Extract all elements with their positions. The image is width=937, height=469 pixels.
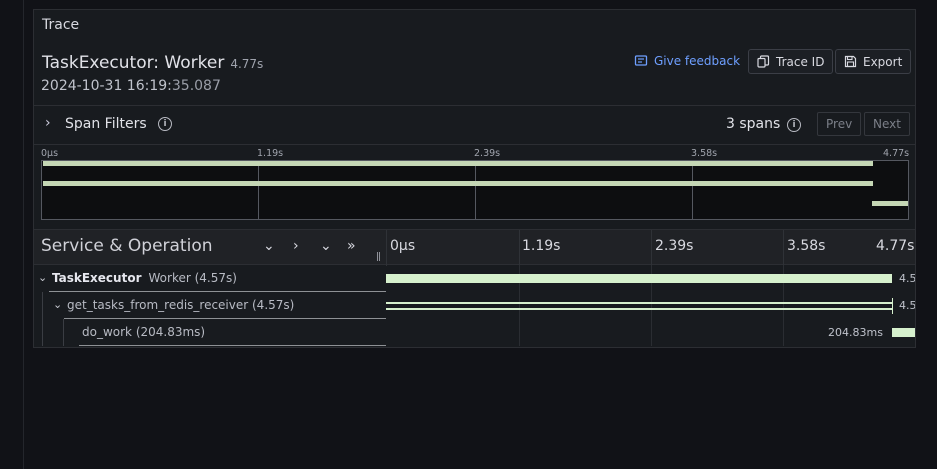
info-circle-icon[interactable]: i bbox=[158, 117, 172, 131]
left-sidebar-rail bbox=[0, 0, 24, 469]
row-gridline bbox=[519, 292, 520, 319]
span-filters-toggle[interactable]: Span Filters bbox=[65, 116, 147, 132]
save-icon bbox=[844, 55, 857, 68]
span-duration-label: 4.5 bbox=[899, 299, 916, 312]
info-circle-icon[interactable]: i bbox=[787, 118, 801, 132]
tree-guide-line bbox=[42, 292, 43, 319]
next-button[interactable]: Next bbox=[864, 112, 910, 136]
timeline-tick: 1.19s bbox=[522, 238, 561, 254]
span-operation-name: get_tasks_from_redis_receiver (4.57s) bbox=[67, 298, 295, 312]
row-gridline bbox=[651, 319, 652, 346]
minimap-gridline bbox=[258, 161, 259, 219]
minimap-gridline bbox=[475, 161, 476, 219]
chevron-down-icon[interactable]: ⌄ bbox=[38, 271, 47, 284]
column-resize-handle[interactable]: || bbox=[376, 252, 381, 262]
row-gridline bbox=[651, 292, 652, 319]
row-gridline bbox=[783, 319, 784, 346]
trace-title: TaskExecutor: Worker bbox=[42, 53, 225, 73]
timeline-tick: 3.58s bbox=[787, 238, 826, 254]
span-filters-bar: › Span Filters i 3 spans i Prev Next bbox=[34, 106, 915, 144]
chevron-right-icon[interactable]: › bbox=[293, 238, 299, 254]
span-bar-end-marker bbox=[892, 298, 893, 314]
minimap-tick: 3.58s bbox=[691, 148, 718, 159]
minimap-span-bar bbox=[43, 161, 873, 166]
export-label: Export bbox=[863, 54, 903, 69]
timeline-tick: 2.39s bbox=[655, 238, 694, 254]
span-row[interactable]: ⌄ TaskExecutor Worker (4.57s) 4.5 bbox=[34, 265, 915, 292]
double-chevron-down-icon[interactable]: ⌄ bbox=[320, 238, 332, 254]
header-gridline bbox=[519, 230, 520, 266]
row-gridline bbox=[519, 319, 520, 346]
copy-icon bbox=[757, 55, 770, 68]
trace-id-button[interactable]: Trace ID bbox=[748, 49, 834, 74]
trace-id-label: Trace ID bbox=[776, 54, 825, 69]
span-operation-name: do_work (204.83ms) bbox=[82, 325, 206, 339]
row-gridline bbox=[783, 292, 784, 319]
minimap-gridline bbox=[692, 161, 693, 219]
minimap-span-bar bbox=[872, 201, 908, 206]
span-name-cell[interactable]: do_work (204.83ms) bbox=[79, 319, 386, 346]
span-name-cell[interactable]: TaskExecutor Worker (4.57s) bbox=[49, 265, 386, 292]
comment-icon bbox=[634, 55, 648, 66]
minimap-span-bar bbox=[43, 181, 873, 186]
span-operation-name: Worker (4.57s) bbox=[148, 271, 237, 285]
span-bar[interactable] bbox=[386, 274, 892, 283]
span-duration-label: 204.83ms bbox=[828, 326, 883, 339]
span-duration-label: 4.5 bbox=[899, 272, 916, 285]
trace-header: TaskExecutor: Worker 4.77s bbox=[42, 53, 263, 73]
divider bbox=[34, 144, 915, 145]
minimap-tick: 0µs bbox=[41, 148, 59, 159]
give-feedback-link[interactable]: Give feedback bbox=[634, 54, 740, 68]
trace-duration: 4.77s bbox=[230, 57, 264, 71]
minimap-tick: 2.39s bbox=[474, 148, 501, 159]
minimap-canvas[interactable] bbox=[41, 160, 909, 220]
span-bar[interactable] bbox=[892, 328, 915, 337]
trace-start-time: 2024-10-31 16:19:35.087 bbox=[41, 78, 221, 94]
chevron-right-icon[interactable]: › bbox=[45, 115, 51, 131]
trace-minimap[interactable]: 0µs 1.19s 2.39s 3.58s 4.77s bbox=[41, 147, 909, 221]
trace-date-main: 2024-10-31 16:19: bbox=[41, 78, 172, 94]
span-count: 3 spans bbox=[726, 116, 781, 132]
timeline-tick: 4.77s bbox=[876, 238, 915, 254]
timeline-tick: 0µs bbox=[390, 238, 416, 254]
span-name-cell[interactable]: get_tasks_from_redis_receiver (4.57s) bbox=[64, 292, 386, 319]
chevron-down-icon[interactable]: ⌄ bbox=[53, 298, 62, 311]
minimap-ticks: 0µs 1.19s 2.39s 3.58s 4.77s bbox=[41, 147, 909, 161]
trace-date-seconds: 35.087 bbox=[171, 78, 221, 94]
minimap-tick: 1.19s bbox=[257, 148, 284, 159]
trace-panel: Trace TaskExecutor: Worker 4.77s 2024-10-… bbox=[33, 9, 916, 348]
tree-guide-line bbox=[42, 319, 43, 346]
tree-guide-line bbox=[63, 319, 64, 346]
double-chevron-right-icon[interactable]: » bbox=[347, 238, 356, 254]
span-bar-bottom[interactable] bbox=[386, 308, 892, 310]
header-gridline bbox=[783, 230, 784, 266]
span-row[interactable]: do_work (204.83ms) 204.83ms bbox=[34, 319, 915, 346]
service-operation-title: Service & Operation bbox=[41, 236, 213, 256]
span-service-name: TaskExecutor bbox=[52, 271, 142, 285]
span-bar-top[interactable] bbox=[386, 302, 892, 304]
timeline-header: Service & Operation ⌄ › ⌄ » || 0µs 1.19s… bbox=[34, 229, 915, 266]
export-button[interactable]: Export bbox=[835, 49, 912, 74]
give-feedback-label: Give feedback bbox=[654, 54, 741, 68]
chevron-down-icon[interactable]: ⌄ bbox=[263, 238, 275, 254]
header-gridline bbox=[386, 230, 387, 266]
prev-button[interactable]: Prev bbox=[817, 112, 862, 136]
span-row[interactable]: ⌄ get_tasks_from_redis_receiver (4.57s) … bbox=[34, 292, 915, 319]
header-gridline bbox=[651, 230, 652, 266]
panel-title: Trace bbox=[42, 17, 80, 33]
minimap-tick: 4.77s bbox=[883, 148, 910, 159]
